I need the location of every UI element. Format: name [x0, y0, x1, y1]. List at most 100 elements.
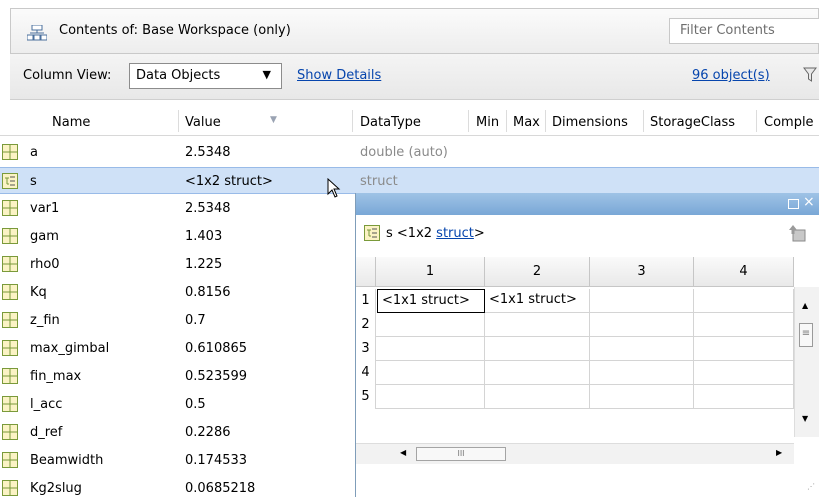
row-value: <1x2 struct>	[185, 174, 273, 189]
column-header-name[interactable]: Name	[52, 115, 90, 130]
filter-funnel-icon[interactable]	[803, 67, 817, 87]
data-object-icon	[2, 312, 18, 332]
workspace-icon	[26, 24, 48, 45]
table-row[interactable]: a 2.5348 double (auto)	[0, 139, 819, 166]
vertical-scrollbar[interactable]: ▲ ≡ ▼	[794, 287, 819, 437]
variable-editor-titlebar[interactable]: ×	[356, 193, 819, 215]
grid-cell[interactable]	[376, 361, 485, 385]
grid-cell[interactable]	[590, 337, 694, 361]
variable-editor-window: × s <1x2 struct> 1 2 3 4 1 2 3 4 5 <1x1 …	[355, 193, 819, 497]
column-header-datatype[interactable]: DataType	[360, 115, 421, 130]
column-view-label: Column View:	[23, 68, 112, 83]
column-header-value[interactable]: Value	[185, 115, 221, 130]
row-value: 1.225	[185, 257, 223, 272]
data-object-icon	[2, 424, 18, 444]
show-details-link[interactable]: Show Details	[297, 68, 381, 83]
row-name: l_acc	[30, 397, 63, 412]
grid-row-header[interactable]: 3	[356, 337, 376, 361]
row-name: var1	[30, 201, 60, 216]
grid-cell[interactable]: <1x1 struct>	[485, 289, 590, 313]
column-view-toolbar: Column View: Data Objects ▼ Show Details…	[10, 54, 819, 100]
sort-indicator-icon: ▼	[270, 115, 277, 125]
grid-row-header[interactable]: 4	[356, 361, 376, 385]
data-object-icon	[2, 368, 18, 388]
row-value: 0.523599	[185, 369, 248, 384]
data-object-icon	[2, 340, 18, 360]
row-value: 1.403	[185, 229, 223, 244]
grid-cell[interactable]	[590, 289, 694, 313]
grid-cell[interactable]	[694, 385, 794, 409]
struct-icon	[2, 173, 18, 193]
row-name: a	[30, 145, 38, 160]
column-header-max[interactable]: Max	[513, 115, 540, 130]
row-value: 0.174533	[185, 453, 248, 468]
grid-col-header[interactable]: 2	[485, 257, 590, 287]
scroll-left-icon[interactable]: ◀	[400, 448, 406, 457]
grid-cell[interactable]	[590, 313, 694, 337]
close-icon[interactable]: ×	[803, 194, 815, 210]
grid-cell[interactable]	[694, 337, 794, 361]
resize-grip-icon[interactable]: ⋰	[807, 482, 815, 491]
struct-type-link[interactable]: struct	[436, 226, 474, 241]
data-object-icon	[2, 200, 18, 220]
row-value: 0.7	[185, 313, 206, 328]
grid-cell[interactable]	[590, 385, 694, 409]
workspace-header: Contents of: Base Workspace (only) Filte…	[10, 8, 819, 54]
grid-cell[interactable]	[485, 337, 590, 361]
column-view-value: Data Objects	[136, 68, 221, 83]
grid-row-header[interactable]: 2	[356, 313, 376, 337]
navigate-up-icon[interactable]	[787, 224, 807, 246]
maximize-icon[interactable]	[788, 198, 799, 213]
grid-cell[interactable]: <1x1 struct>	[377, 289, 485, 313]
grid-cell[interactable]	[485, 313, 590, 337]
scroll-down-icon[interactable]: ▼	[802, 414, 808, 423]
column-header-min[interactable]: Min	[476, 115, 499, 130]
horizontal-scrollbar[interactable]: ◀ III ▶	[356, 443, 794, 464]
row-value: 0.5	[185, 397, 206, 412]
row-name: fin_max	[30, 369, 82, 384]
row-name: rho0	[30, 257, 60, 272]
row-name: max_gimbal	[30, 341, 110, 356]
horizontal-scroll-thumb[interactable]: III	[416, 447, 506, 461]
vertical-scroll-thumb[interactable]: ≡	[799, 323, 813, 347]
column-view-dropdown[interactable]: Data Objects ▼	[129, 63, 282, 89]
row-name: s	[30, 174, 37, 189]
struct-icon	[364, 225, 380, 245]
grid-row-header[interactable]: 5	[356, 385, 376, 409]
column-header-row: Name Value ▼ DataType Min Max Dimensions…	[0, 106, 819, 136]
grid-cell[interactable]	[376, 337, 485, 361]
row-value: 0.610865	[185, 341, 248, 356]
grid-cell[interactable]	[376, 313, 485, 337]
row-value: 2.5348	[185, 201, 231, 216]
scroll-right-icon[interactable]: ▶	[776, 448, 782, 457]
grid-cell[interactable]	[694, 361, 794, 385]
filter-contents-input[interactable]: Filter Contents	[669, 18, 819, 44]
grid-row-header[interactable]: 1	[356, 289, 376, 313]
grid-col-header[interactable]: 3	[590, 257, 694, 287]
grid-col-header[interactable]: 1	[376, 257, 485, 287]
row-name: Kq	[30, 285, 47, 300]
row-value: 0.0685218	[185, 481, 256, 496]
grid-cell[interactable]	[694, 289, 794, 313]
row-name: Kg2slug	[30, 481, 82, 496]
grid-cell[interactable]	[590, 361, 694, 385]
row-name: z_fin	[30, 313, 60, 328]
chevron-down-icon: ▼	[262, 68, 271, 81]
data-object-icon	[2, 452, 18, 472]
grid-cell[interactable]	[376, 385, 485, 409]
data-object-icon	[2, 144, 18, 164]
grid-col-header[interactable]: 4	[694, 257, 794, 287]
column-header-dimensions[interactable]: Dimensions	[552, 115, 628, 130]
object-count-link[interactable]: 96 object(s)	[692, 68, 770, 83]
scroll-up-icon[interactable]: ▲	[802, 301, 808, 310]
column-header-storageclass[interactable]: StorageClass	[650, 115, 735, 130]
grid-cell[interactable]	[694, 313, 794, 337]
table-row-selected[interactable]: s <1x2 struct> struct	[0, 167, 819, 194]
grid-cell[interactable]	[485, 385, 590, 409]
grid-corner	[356, 257, 376, 287]
data-object-icon	[2, 256, 18, 276]
grid-cell[interactable]	[485, 361, 590, 385]
row-name: gam	[30, 229, 59, 244]
column-header-complexity[interactable]: Comple	[764, 115, 814, 130]
row-name: d_ref	[30, 425, 63, 440]
